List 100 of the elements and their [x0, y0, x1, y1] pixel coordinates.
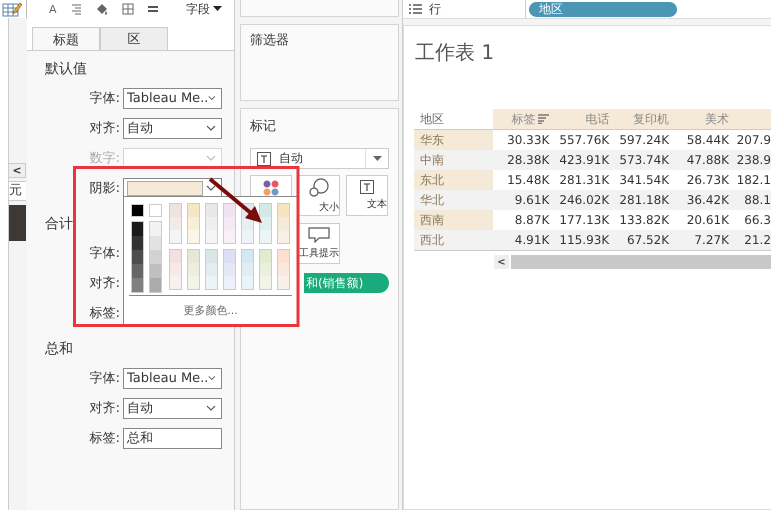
color-swatch[interactable]: [206, 263, 217, 276]
table-cell: 28.38K: [493, 150, 554, 170]
tab[interactable]: 标题: [32, 27, 100, 51]
chevron-down-icon[interactable]: [206, 405, 216, 411]
color-swatch[interactable]: [188, 230, 199, 243]
text-button[interactable]: 文本: [346, 175, 388, 216]
scrollbar-thumb[interactable]: [511, 255, 771, 269]
text-icon: [257, 152, 271, 166]
color-swatch[interactable]: [132, 236, 143, 250]
color-swatch[interactable]: [278, 217, 289, 230]
color-swatch[interactable]: [188, 250, 199, 263]
dropdown-field[interactable]: Tableau Me..: [123, 88, 222, 108]
color-swatch[interactable]: [170, 250, 181, 263]
color-swatch[interactable]: [170, 204, 181, 217]
color-swatch[interactable]: [170, 263, 181, 276]
color-swatch[interactable]: [260, 276, 271, 289]
color-button[interactable]: [250, 175, 292, 198]
field-label: 标签:: [90, 305, 120, 322]
color-swatch[interactable]: [260, 263, 271, 276]
color-swatch[interactable]: [242, 276, 253, 289]
caret-icon[interactable]: [213, 6, 222, 12]
chevron-down-icon[interactable]: [208, 95, 216, 101]
color-swatch[interactable]: [132, 250, 143, 264]
color-swatch[interactable]: [260, 250, 271, 263]
color-swatch[interactable]: [242, 263, 253, 276]
color-swatch[interactable]: [188, 276, 199, 289]
color-swatch[interactable]: [242, 230, 253, 243]
color-swatch[interactable]: [131, 204, 144, 217]
table-cell: 281.18K: [613, 190, 674, 210]
color-swatch[interactable]: [260, 230, 271, 243]
color-swatch[interactable]: [224, 204, 235, 217]
scroll-left-button[interactable]: <: [494, 255, 509, 269]
color-swatch[interactable]: [150, 236, 161, 250]
field-label: 对齐:: [90, 120, 120, 137]
color-swatch[interactable]: [242, 250, 253, 263]
color-swatch[interactable]: [206, 217, 217, 230]
table-cell: 573.74K: [613, 150, 674, 170]
chevron-down-icon[interactable]: [206, 185, 216, 191]
collapse-button[interactable]: <: [9, 163, 26, 178]
tooltip-button[interactable]: 工具提示: [298, 223, 340, 264]
more-colors-link[interactable]: 更多颜色...: [124, 301, 297, 320]
table-cell: 341.54K: [613, 170, 674, 190]
table-cell: 88.1: [733, 190, 771, 210]
color-swatch[interactable]: [260, 217, 271, 230]
color-swatch[interactable]: [224, 276, 235, 289]
dropdown-field[interactable]: Tableau Me..: [123, 368, 222, 388]
field-menu[interactable]: 字段: [186, 0, 222, 18]
color-swatch[interactable]: [188, 217, 199, 230]
row-header: 东北: [414, 170, 494, 190]
color-swatch[interactable]: [150, 278, 161, 292]
color-swatch[interactable]: [150, 264, 161, 278]
color-swatch[interactable]: [150, 250, 161, 264]
color-swatch[interactable]: [206, 250, 217, 263]
dropdown-field[interactable]: 自动: [123, 398, 222, 418]
chevron-down-icon[interactable]: [208, 375, 216, 381]
mark-type-dropdown[interactable]: 自动: [250, 148, 389, 169]
color-swatch[interactable]: [150, 222, 161, 236]
field-label: 字体:: [90, 370, 120, 387]
color-swatch[interactable]: [170, 230, 181, 243]
color-swatch[interactable]: [278, 230, 289, 243]
dropdown-field[interactable]: 自动: [123, 118, 222, 138]
tab[interactable]: 区: [100, 27, 168, 50]
color-swatch[interactable]: [278, 263, 289, 276]
card-title: 标记: [250, 118, 277, 135]
color-swatch[interactable]: [224, 250, 235, 263]
color-swatch[interactable]: [224, 263, 235, 276]
input-field[interactable]: 总和: [123, 428, 222, 448]
color-swatch[interactable]: [149, 204, 162, 217]
color-swatch[interactable]: [278, 250, 289, 263]
color-swatch[interactable]: [260, 204, 271, 217]
color-swatch[interactable]: [278, 276, 289, 289]
table-cell: 177.13K: [553, 210, 614, 230]
color-swatch[interactable]: [206, 204, 217, 217]
color-swatch[interactable]: [132, 222, 143, 236]
field-label: 标签:: [90, 430, 120, 447]
size-button[interactable]: 大小: [298, 175, 340, 216]
color-swatch[interactable]: [206, 276, 217, 289]
color-swatch[interactable]: [170, 276, 181, 289]
table-cell: 597.24K: [613, 130, 674, 150]
color-swatch[interactable]: [132, 264, 143, 278]
table-cell: 207.9: [733, 130, 771, 150]
row-header: 华北: [414, 190, 494, 210]
color-dots-icon: [263, 180, 279, 196]
color-swatch[interactable]: [188, 204, 199, 217]
borders-icon[interactable]: [122, 3, 134, 15]
color-swatch[interactable]: [188, 263, 199, 276]
color-swatch[interactable]: [206, 230, 217, 243]
font-icon[interactable]: A: [49, 2, 57, 16]
chevron-down-icon[interactable]: [206, 125, 216, 131]
color-swatch[interactable]: [224, 230, 235, 243]
lines-icon[interactable]: [146, 4, 159, 14]
text-icon: [360, 180, 374, 194]
color-swatch[interactable]: [132, 278, 143, 292]
align-icon[interactable]: [70, 4, 82, 14]
color-swatch[interactable]: [224, 217, 235, 230]
sort-icon[interactable]: [538, 114, 550, 124]
paint-bucket-icon[interactable]: [94, 2, 109, 16]
color-swatch[interactable]: [170, 217, 181, 230]
sheet-edit-icon[interactable]: [2, 1, 22, 18]
color-swatch[interactable]: [278, 204, 289, 217]
